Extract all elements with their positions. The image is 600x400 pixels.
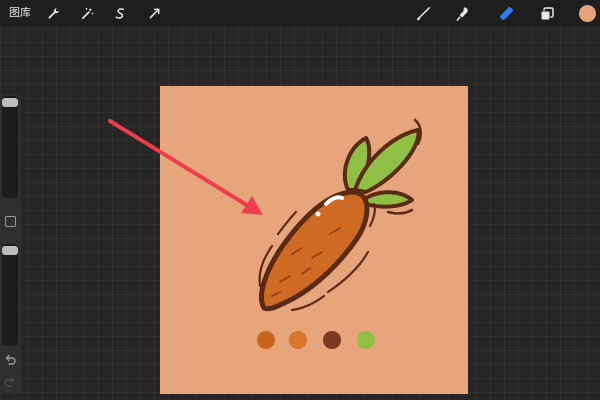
carrot-body — [259, 189, 370, 312]
magic-wand-icon — [82, 7, 94, 19]
eraser-button[interactable] — [497, 4, 516, 23]
brush-size-slider[interactable] — [2, 96, 18, 198]
layers-icon — [540, 6, 554, 20]
selection-button[interactable] — [111, 4, 130, 23]
selection-icon — [115, 8, 125, 19]
eraser-icon — [500, 7, 513, 20]
redo-icon[interactable] — [3, 376, 17, 390]
current-color-swatch[interactable] — [579, 5, 596, 22]
wrench-icon — [48, 8, 59, 19]
adjustments-button[interactable] — [78, 4, 97, 23]
opacity-slider-thumb[interactable] — [2, 246, 18, 255]
top-toolbar: 图库 — [0, 0, 600, 26]
modify-button[interactable] — [5, 216, 16, 227]
undo-icon[interactable] — [3, 354, 17, 368]
palette-dot-1 — [257, 331, 275, 349]
palette-dot-3 — [323, 331, 341, 349]
brush-button[interactable] — [414, 4, 433, 23]
transform-arrow-icon — [149, 8, 160, 19]
palette-dot-2 — [289, 331, 307, 349]
actions-button[interactable] — [44, 4, 63, 23]
gallery-button[interactable]: 图库 — [9, 5, 31, 21]
transform-button[interactable] — [145, 4, 164, 23]
brush-size-slider-thumb[interactable] — [2, 98, 18, 107]
opacity-slider[interactable] — [2, 244, 18, 346]
palette-dot-4 — [357, 331, 375, 349]
left-sidebar — [0, 94, 21, 394]
layers-button[interactable] — [537, 4, 556, 23]
brush-icon — [416, 7, 430, 21]
smudge-icon — [456, 7, 468, 21]
drawing-canvas[interactable] — [160, 86, 468, 394]
smudge-button[interactable] — [454, 4, 473, 23]
carrot-illustration — [258, 118, 422, 312]
